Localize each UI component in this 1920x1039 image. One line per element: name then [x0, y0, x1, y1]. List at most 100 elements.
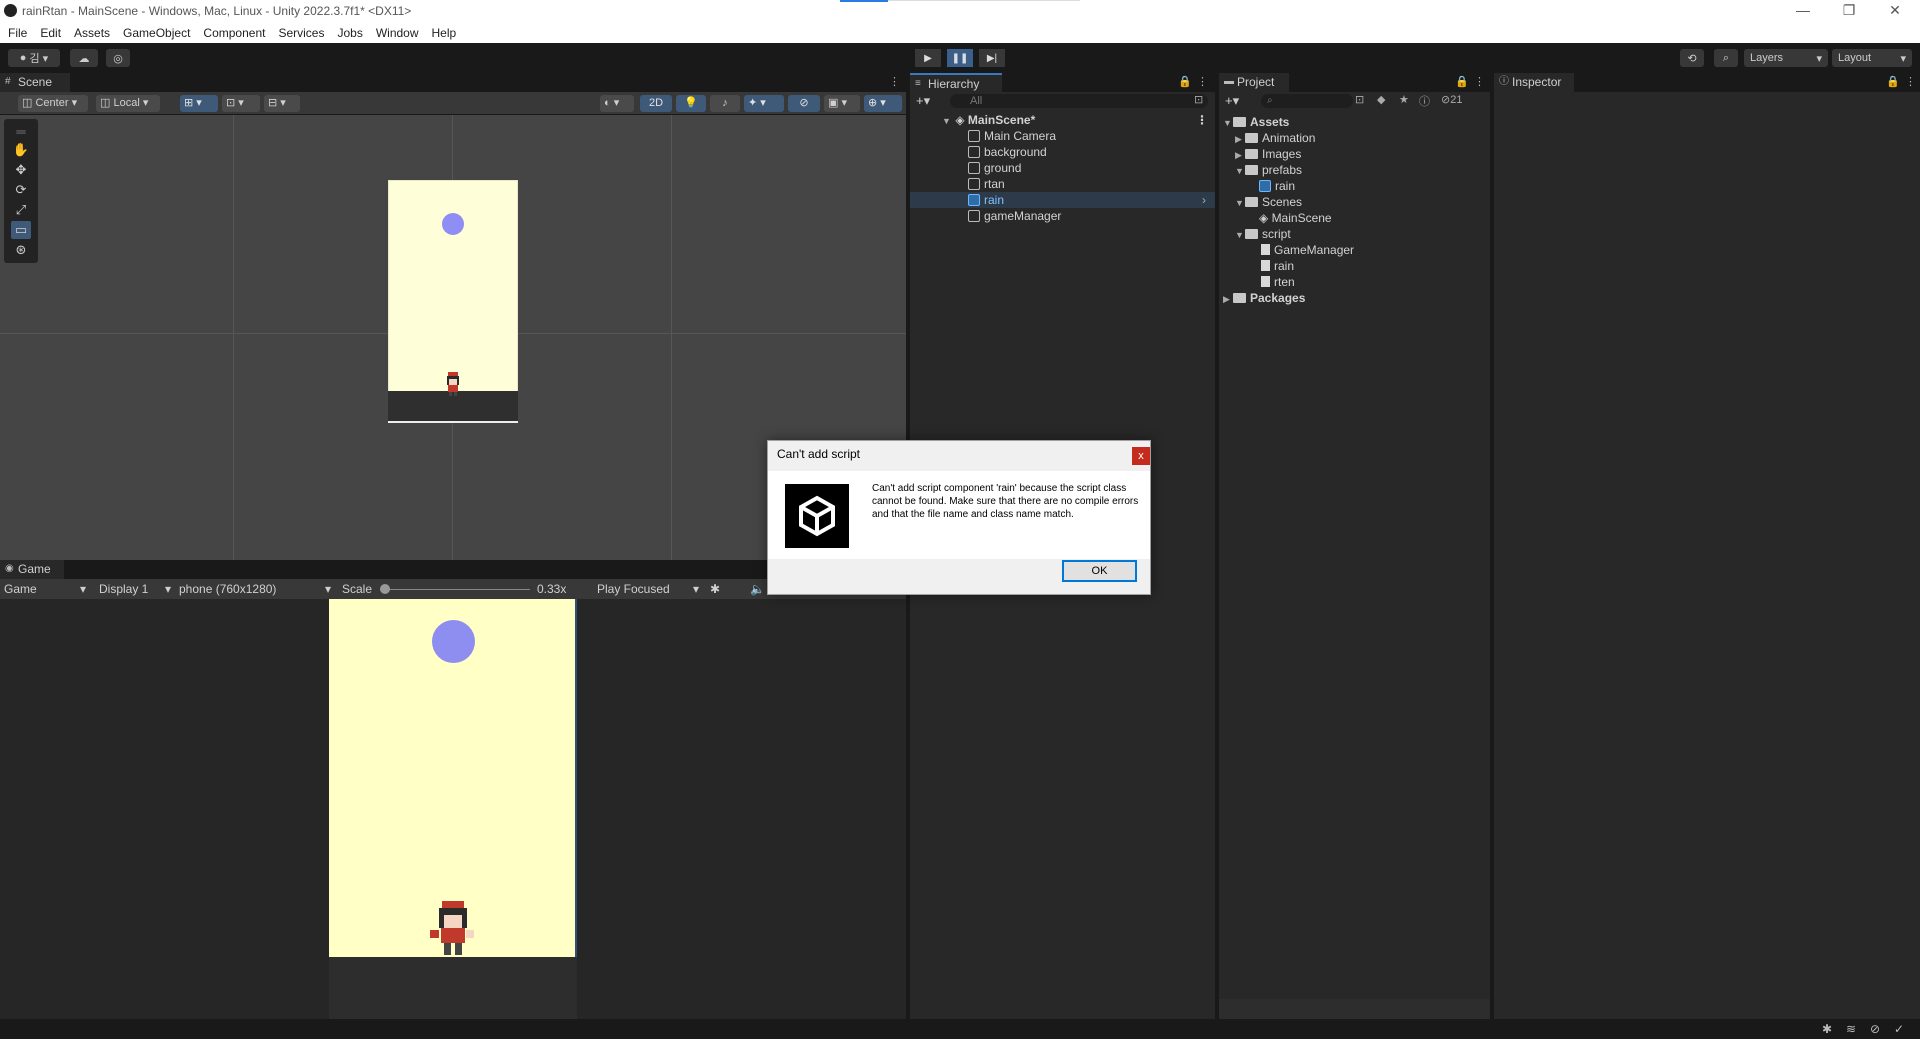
menu-file[interactable]: File [8, 26, 27, 40]
more-options-icon[interactable]: ⋮ [1197, 75, 1208, 88]
lock-icon[interactable]: 🔒 [1178, 75, 1192, 88]
scale-slider[interactable] [380, 581, 530, 597]
play-button[interactable]: ▶ [915, 49, 941, 67]
menu-services[interactable]: Services [278, 26, 324, 40]
increment-snap-icon[interactable]: ⊟ ▾ [264, 95, 300, 112]
collapse-arrow-icon[interactable]: ▼ [942, 113, 952, 129]
step-button[interactable]: ▶| [979, 49, 1005, 67]
restore-button[interactable]: ❐ [1826, 0, 1872, 22]
collapse-arrow-icon[interactable]: ▼ [1223, 115, 1233, 131]
layers-dropdown[interactable]: Layers ▾ [1744, 49, 1828, 67]
audio-icon[interactable]: ♪ [710, 95, 740, 112]
menu-edit[interactable]: Edit [40, 26, 61, 40]
expand-arrow-icon[interactable]: ▶ [1223, 291, 1233, 307]
grid-snap-icon[interactable]: ⊞ ▾ [180, 95, 218, 112]
hand-tool-icon[interactable]: ✋ [11, 141, 31, 159]
collapse-arrow-icon[interactable]: ▼ [1235, 163, 1245, 179]
tab-inspector[interactable]: ⓘ Inspector [1494, 73, 1574, 92]
project-asset-script-rain[interactable]: rain [1261, 258, 1294, 274]
search-by-label-icon[interactable]: ◆ [1377, 93, 1385, 106]
add-object-button[interactable]: +▾ [916, 93, 930, 109]
shading-mode-icon[interactable]: ◐ ▾ [600, 95, 634, 112]
hierarchy-item[interactable]: Main Camera [910, 128, 1215, 144]
space-dropdown[interactable]: ◫ Local ▾ [96, 95, 160, 112]
lock-icon[interactable]: 🔒 [1455, 75, 1469, 88]
check-icon[interactable]: ✓ [1894, 1022, 1904, 1036]
project-folder-animation[interactable]: ▶ Animation [1235, 130, 1315, 146]
pivot-dropdown[interactable]: ◫ Center ▾ [18, 95, 88, 112]
hidden-packages-icon[interactable]: ⊘21 [1441, 93, 1462, 106]
tab-hierarchy[interactable]: ≡ Hierarchy [910, 73, 1002, 92]
collab-icon[interactable]: ◎ [106, 49, 130, 67]
hierarchy-item-selected[interactable]: rain › [910, 192, 1215, 208]
game-view-dropdown[interactable]: Game ▾ [4, 581, 88, 597]
scene-root-row[interactable]: ▼ ◈ MainScene* ⋮ [910, 112, 1215, 128]
info-icon[interactable]: ⓘ [1419, 93, 1430, 109]
create-asset-button[interactable]: +▾ [1225, 93, 1239, 109]
project-folder-script[interactable]: ▼ script [1235, 226, 1291, 242]
gizmos-icon[interactable]: ⊕ ▾ [864, 95, 902, 112]
search-icon[interactable]: ⌕ [1714, 49, 1738, 67]
hierarchy-item[interactable]: background [910, 144, 1215, 160]
hierarchy-item[interactable]: rtan [910, 176, 1215, 192]
lighting-icon[interactable]: 💡 [676, 95, 706, 112]
bug-icon[interactable]: ✱ [710, 581, 720, 597]
lock-icon[interactable]: 🔒 [1886, 75, 1900, 88]
hierarchy-item[interactable]: ground [910, 160, 1215, 176]
expand-arrow-icon[interactable]: ▶ [1235, 147, 1245, 163]
dialog-close-button[interactable]: x [1132, 447, 1150, 465]
menu-window[interactable]: Window [376, 26, 419, 40]
search-by-type-icon[interactable]: ⊡ [1355, 93, 1364, 106]
ok-button[interactable]: OK [1062, 560, 1137, 582]
hidden-objects-icon[interactable]: ⊘ [788, 95, 820, 112]
mode-2d-button[interactable]: 2D [640, 95, 672, 112]
resolution-dropdown[interactable]: phone (760x1280) ▾ [179, 581, 333, 597]
bug-status-icon[interactable]: ✱ [1822, 1022, 1832, 1036]
more-options-icon[interactable]: ⋮ [1905, 75, 1916, 88]
expand-arrow-icon[interactable]: ▶ [1235, 131, 1245, 147]
more-options-icon[interactable]: ⋮ [889, 75, 900, 88]
project-asset-mainscene[interactable]: ◈ MainScene [1259, 210, 1332, 226]
tab-scene[interactable]: # Scene [0, 73, 70, 92]
project-asset-script-rten[interactable]: rten [1261, 274, 1295, 290]
scale-slider-thumb[interactable] [380, 584, 390, 594]
project-asset-gamemanager[interactable]: GameManager [1261, 242, 1354, 258]
effects-icon[interactable]: ✦ ▾ [744, 95, 784, 112]
auto-refresh-icon[interactable]: ⊘ [1870, 1022, 1880, 1036]
project-folder-scenes[interactable]: ▼ Scenes [1235, 194, 1302, 210]
project-folder-assets[interactable]: ▼ Assets [1223, 114, 1289, 130]
game-viewport[interactable] [0, 599, 906, 1019]
menu-help[interactable]: Help [432, 26, 457, 40]
drag-handle-icon[interactable]: ═ [11, 123, 31, 141]
rect-tool-icon[interactable]: ▭ [11, 221, 31, 239]
collapse-arrow-icon[interactable]: ▼ [1235, 227, 1245, 243]
menu-gameobject[interactable]: GameObject [123, 26, 190, 40]
close-window-button[interactable]: ✕ [1872, 0, 1918, 22]
cloud-icon[interactable]: ☁ [70, 49, 98, 67]
play-focus-dropdown[interactable]: Play Focused ▾ [597, 581, 701, 597]
tab-project[interactable]: ▬ Project [1219, 73, 1289, 92]
grid-visibility-icon[interactable]: ⊡ ▾ [222, 95, 260, 112]
hierarchy-item[interactable]: gameManager [910, 208, 1215, 224]
menu-component[interactable]: Component [203, 26, 265, 40]
chevron-right-icon[interactable]: › [1202, 192, 1206, 208]
tab-game[interactable]: ◉ Game [0, 560, 64, 579]
hierarchy-search-input[interactable]: All [950, 94, 1208, 108]
more-options-icon[interactable]: ⋮ [1474, 75, 1485, 88]
account-dropdown[interactable]: ● 김 ▾ [8, 49, 60, 67]
history-icon[interactable]: ⟲ [1680, 49, 1704, 67]
collapse-arrow-icon[interactable]: ▼ [1235, 195, 1245, 211]
scale-tool-icon[interactable]: ⤢ [11, 201, 31, 219]
project-search-input[interactable]: ⌕ [1261, 94, 1353, 108]
display-dropdown[interactable]: Display 1 ▾ [99, 581, 173, 597]
cache-icon[interactable]: ≋ [1846, 1022, 1856, 1036]
mute-audio-icon[interactable]: 🔈 [750, 581, 765, 597]
project-folder-prefabs[interactable]: ▼ prefabs [1235, 162, 1302, 178]
move-tool-icon[interactable]: ✥ [11, 161, 31, 179]
transform-tool-icon[interactable]: ⊛ [11, 241, 31, 259]
pause-button[interactable]: ❚❚ [947, 49, 973, 67]
layout-dropdown[interactable]: Layout ▾ [1832, 49, 1912, 67]
rotate-tool-icon[interactable]: ⟳ [11, 181, 31, 199]
camera-settings-icon[interactable]: ▣ ▾ [824, 95, 860, 112]
search-filter-icon[interactable]: ⊡ [1194, 93, 1203, 106]
